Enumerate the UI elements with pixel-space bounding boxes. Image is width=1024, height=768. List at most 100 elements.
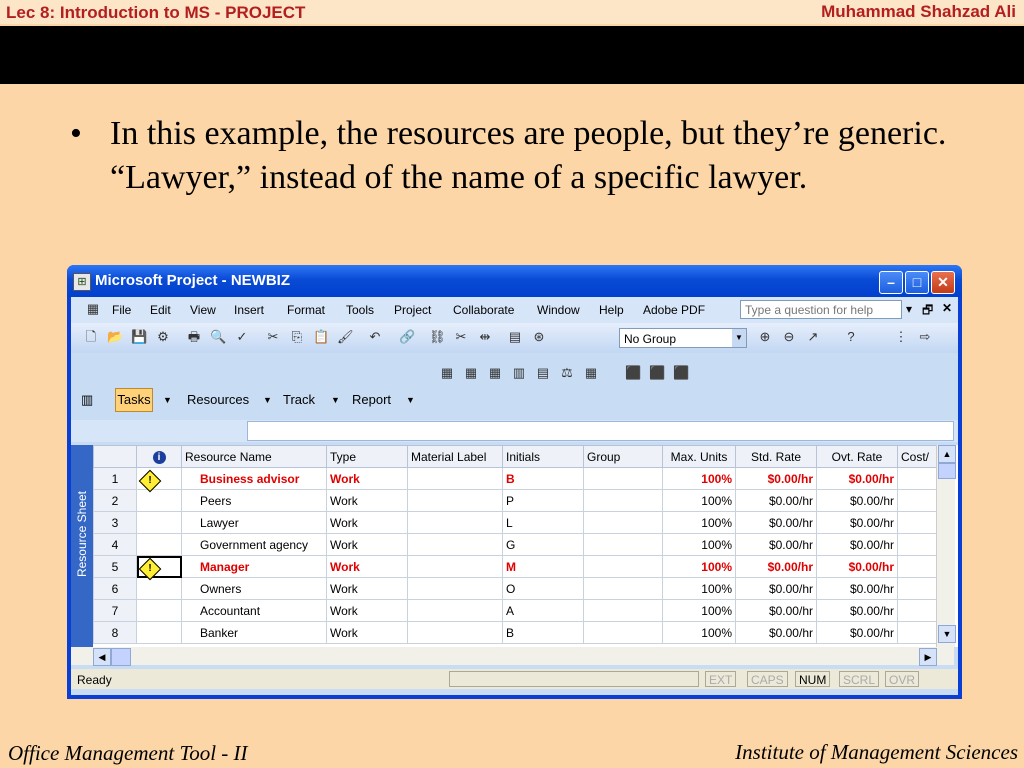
hyperlink-icon[interactable]: 🔗 (399, 329, 415, 345)
col-header-indicators[interactable]: i (136, 445, 182, 468)
cut-icon[interactable]: ✂ (265, 329, 281, 345)
menu-view[interactable]: View (190, 303, 216, 317)
cell-type[interactable]: Work (326, 621, 408, 644)
indicator-cell[interactable] (136, 577, 182, 600)
help-dropdown-icon[interactable]: ▾ (906, 302, 912, 316)
toolbar-options-icon[interactable]: ⋮ (893, 329, 909, 345)
gantt-view-icon[interactable]: ▦ (439, 365, 455, 381)
horizontal-scrollbar[interactable]: ◀ ▶ (71, 647, 954, 666)
cell-ovt[interactable]: $0.00/hr (816, 577, 898, 600)
scroll-left-icon[interactable]: ◀ (93, 648, 111, 666)
cell-ovt[interactable]: $0.00/hr (816, 621, 898, 644)
hscroll-thumb[interactable] (111, 648, 131, 666)
group-select[interactable]: No Group ▼ (619, 328, 747, 348)
track-button[interactable]: Track (283, 392, 315, 407)
cell-material[interactable] (407, 577, 503, 600)
permissions-icon[interactable]: ⚙ (155, 329, 171, 345)
col-header-type[interactable]: Type (326, 445, 408, 468)
cell-group[interactable] (583, 489, 663, 512)
tasks-dropdown-icon[interactable]: ▼ (163, 395, 172, 405)
cell-initials[interactable]: B (502, 621, 584, 644)
cell-cost[interactable] (897, 599, 941, 622)
table-row[interactable]: 3 Lawyer Work L 100% $0.00/hr $0.00/hr (93, 511, 941, 534)
doc-menu-icon[interactable]: ▦ (85, 301, 101, 317)
resources-dropdown-icon[interactable]: ▼ (263, 395, 272, 405)
col-header-cost[interactable]: Cost/ (897, 445, 941, 468)
ask-question-input[interactable]: Type a question for help (740, 300, 902, 319)
table-row[interactable]: 6 Owners Work O 100% $0.00/hr $0.00/hr (93, 577, 941, 600)
col-header-ovt-rate[interactable]: Ovt. Rate (816, 445, 898, 468)
scroll-right-icon[interactable]: ▶ (919, 648, 937, 666)
cell-type[interactable]: Work (326, 599, 408, 622)
paste-icon[interactable]: 📋 (313, 329, 329, 345)
cell-name[interactable]: Peers (181, 489, 327, 512)
cell-type[interactable]: Work (326, 489, 408, 512)
cell-cost[interactable] (897, 511, 941, 534)
resources-button[interactable]: Resources (187, 392, 249, 407)
cell-group[interactable] (583, 621, 663, 644)
new-icon[interactable]: 🗋 (83, 329, 99, 345)
table-row[interactable]: 1! Business advisor Work B 100% $0.00/hr $0.00… (93, 467, 941, 493)
cell-name[interactable]: Business advisor (181, 467, 327, 490)
indicator-cell[interactable]: ! (136, 467, 182, 493)
cell-material[interactable] (407, 489, 503, 512)
menu-file[interactable]: File (112, 303, 131, 317)
cell-max[interactable]: 100% (662, 511, 736, 534)
copy-icon[interactable]: ⎘ (289, 329, 305, 345)
cell-ovt[interactable]: $0.00/hr (816, 555, 898, 578)
report-dropdown-icon[interactable]: ▼ (406, 395, 415, 405)
cell-cost[interactable] (897, 467, 941, 490)
cell-std[interactable]: $0.00/hr (735, 467, 817, 490)
sheet-view-icon[interactable]: ▥ (511, 365, 527, 381)
print-preview-icon[interactable]: 🔍 (210, 329, 226, 345)
split-task-icon[interactable]: ⇹ (477, 329, 493, 345)
cell-material[interactable] (407, 599, 503, 622)
undo-icon[interactable]: ↶ (367, 329, 383, 345)
table-row[interactable]: 8 Banker Work B 100% $0.00/hr $0.00/hr (93, 621, 941, 644)
cell-name[interactable]: Banker (181, 621, 327, 644)
indicator-cell[interactable] (136, 599, 182, 622)
indicator-cell[interactable] (136, 511, 182, 534)
balance-icon[interactable]: ⚖ (559, 365, 575, 381)
pdf-review-icon[interactable]: ⬛ (673, 365, 689, 381)
row-id-cell[interactable]: 5 (93, 555, 137, 578)
window-titlebar[interactable]: ⊞ Microsoft Project - NEWBIZ – □ ✕ (67, 265, 962, 297)
indent-icon[interactable]: ⇨ (917, 329, 933, 345)
unlink-tasks-icon[interactable]: ✂ (453, 329, 469, 345)
cell-max[interactable]: 100% (662, 533, 736, 556)
table-row[interactable]: 2 Peers Work P 100% $0.00/hr $0.00/hr (93, 489, 941, 512)
cell-max[interactable]: 100% (662, 489, 736, 512)
cell-type[interactable]: Work (326, 577, 408, 600)
col-header-max-units[interactable]: Max. Units (662, 445, 736, 468)
close-button[interactable]: ✕ (931, 271, 955, 294)
cell-initials[interactable]: G (502, 533, 584, 556)
indicator-cell[interactable] (136, 533, 182, 556)
pdf-email-icon[interactable]: ⬛ (649, 365, 665, 381)
cell-cost[interactable] (897, 577, 941, 600)
row-id-cell[interactable]: 8 (93, 621, 137, 644)
row-id-cell[interactable]: 1 (93, 467, 137, 490)
cell-name[interactable]: Manager (181, 555, 327, 578)
cell-group[interactable] (583, 599, 663, 622)
cell-cost[interactable] (897, 489, 941, 512)
col-header-initials[interactable]: Initials (502, 445, 584, 468)
cell-std[interactable]: $0.00/hr (735, 599, 817, 622)
menu-tools[interactable]: Tools (346, 303, 374, 317)
cell-type[interactable]: Work (326, 555, 408, 578)
menu-collaborate[interactable]: Collaborate (453, 303, 514, 317)
row-id-cell[interactable]: 3 (93, 511, 137, 534)
open-icon[interactable]: 📂 (107, 329, 123, 345)
cell-std[interactable]: $0.00/hr (735, 621, 817, 644)
spelling-icon[interactable]: ✓ (234, 329, 250, 345)
col-header-material-label[interactable]: Material Label (407, 445, 503, 468)
cell-initials[interactable]: B (502, 467, 584, 490)
minimize-button[interactable]: – (879, 271, 903, 294)
guide-toggle-icon[interactable]: ▥ (81, 392, 93, 408)
col-header-resource-name[interactable]: Resource Name (181, 445, 327, 468)
scroll-down-icon[interactable]: ▼ (938, 625, 956, 643)
cell-group[interactable] (583, 555, 663, 578)
cell-max[interactable]: 100% (662, 467, 736, 490)
vertical-scrollbar[interactable]: ▲ ▼ (936, 445, 956, 647)
scroll-thumb[interactable] (938, 463, 956, 479)
network-view-icon[interactable]: ▦ (463, 365, 479, 381)
